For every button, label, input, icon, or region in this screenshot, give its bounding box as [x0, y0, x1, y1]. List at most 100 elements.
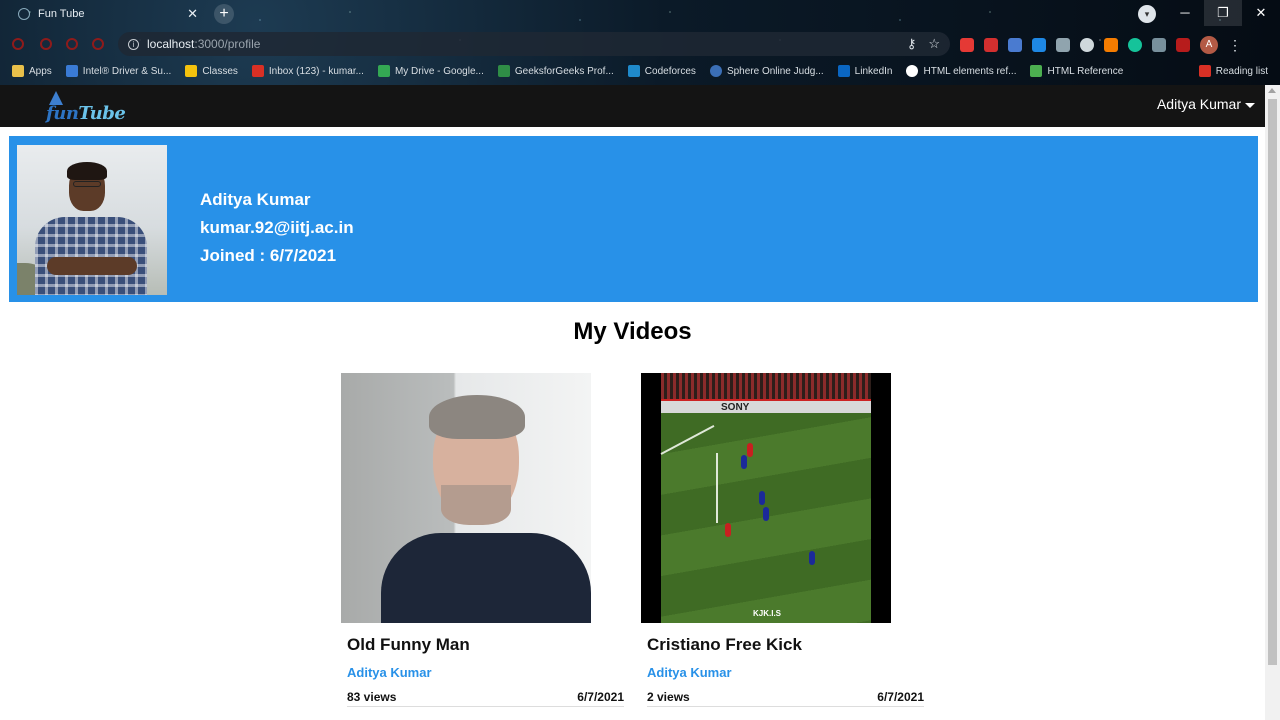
thumb-crowd [661, 373, 871, 401]
video-author-link[interactable]: Aditya Kumar [347, 665, 629, 680]
bookmark-item[interactable]: Sphere Online Judg... [709, 65, 824, 77]
browser-tab[interactable]: Fun Tube ✕ [8, 2, 208, 26]
maximize-button[interactable]: ❐ [1204, 0, 1242, 26]
tab-search-icon[interactable]: ▾ [1138, 5, 1156, 23]
scroll-up-arrow-icon[interactable] [1268, 88, 1276, 93]
video-meta: 83 views 6/7/2021 [347, 690, 624, 704]
funtube-logo[interactable]: funTube [46, 91, 136, 125]
browser-toolbar: i localhost:3000/profile ⚷ ☆ A ⋮ [0, 31, 1280, 57]
thumb-watermark: KJK.I.S [753, 609, 782, 618]
extension-icon[interactable] [1056, 38, 1070, 52]
codeforces-icon [627, 65, 640, 77]
extension-icon[interactable] [960, 38, 974, 52]
player [747, 443, 753, 457]
bookmarks-bar: Apps Intel® Driver & Su... Classes Inbox… [0, 61, 1280, 81]
bookmark-label: Apps [29, 65, 52, 77]
bookmark-label: LinkedIn [854, 65, 893, 77]
thumb-shirt [381, 533, 591, 623]
video-card[interactable]: SONY KJK.I.S Cristiano Free Kick Aditya … [641, 373, 929, 707]
new-tab-button[interactable]: + [214, 4, 234, 24]
browser-chrome: Fun Tube ✕ + ▾ ─ ❐ ✕ i localhost:3000/pr… [0, 0, 1280, 85]
hp-extension-icon[interactable] [1032, 38, 1046, 52]
close-window-button[interactable]: ✕ [1242, 0, 1280, 26]
profile-avatar[interactable]: A [1200, 36, 1218, 54]
pitch-line [716, 453, 718, 523]
bookmark-item[interactable]: My Drive - Google... [377, 65, 484, 77]
bookmark-star-icon[interactable]: ☆ [928, 36, 940, 52]
tab-close-icon[interactable]: ✕ [187, 6, 198, 22]
site-info-icon[interactable]: i [128, 38, 139, 50]
window-controls: ─ ❐ ✕ [1166, 0, 1280, 26]
extension-icon[interactable] [1176, 38, 1190, 52]
video-views: 2 views [647, 690, 690, 704]
pdf-extension-icon[interactable] [984, 38, 998, 52]
thumb-beard [441, 485, 511, 525]
scroll-thumb[interactable] [1268, 99, 1277, 665]
reading-list-label: Reading list [1215, 65, 1268, 77]
caret-down-icon [1245, 102, 1255, 108]
player [809, 551, 815, 565]
linkedin-icon [837, 65, 850, 77]
extension-icon[interactable] [1080, 38, 1094, 52]
profile-joined: Joined : 6/7/2021 [200, 246, 337, 265]
logo-text: funTube [46, 103, 126, 124]
shield-extension-icon[interactable] [1152, 38, 1166, 52]
bookmark-item[interactable]: Inbox (123) - kumar... [251, 65, 364, 77]
video-thumbnail[interactable]: SONY KJK.I.S [641, 373, 891, 623]
bookmark-item[interactable]: Codeforces [627, 65, 696, 77]
video-card[interactable]: Old Funny Man Aditya Kumar 83 views 6/7/… [341, 373, 629, 707]
video-views: 83 views [347, 690, 397, 704]
thumb-hair [429, 395, 525, 439]
reload-icon[interactable] [66, 38, 78, 50]
card-divider [647, 706, 924, 707]
player [763, 507, 769, 521]
profile-photo [17, 145, 167, 295]
w3schools-icon [1030, 65, 1043, 77]
thumb-ad-board: SONY [661, 399, 871, 413]
video-title[interactable]: Old Funny Man [347, 635, 629, 655]
video-thumbnail[interactable] [341, 373, 591, 623]
photo-hair [67, 162, 107, 180]
bookmark-label: HTML Reference [1047, 65, 1124, 77]
metamask-extension-icon[interactable] [1104, 38, 1118, 52]
forward-icon[interactable] [40, 38, 52, 50]
url-host: localhost [147, 37, 195, 51]
bookmark-item[interactable]: Intel® Driver & Su... [65, 65, 171, 77]
translate-extension-icon[interactable] [1008, 38, 1022, 52]
player [725, 523, 731, 537]
video-author-link[interactable]: Aditya Kumar [647, 665, 929, 680]
logo-fun: fun [46, 103, 79, 124]
bookmark-item[interactable]: HTML Reference [1030, 65, 1123, 77]
user-menu-label: Aditya Kumar [1156, 96, 1241, 112]
video-date: 6/7/2021 [577, 690, 624, 704]
page-viewport: funTube Aditya Kumar Aditya Kumar kumar.… [0, 85, 1280, 720]
grammarly-extension-icon[interactable] [1128, 38, 1142, 52]
bookmark-label: Classes [202, 65, 238, 77]
bookmark-item[interactable]: Apps [12, 65, 52, 77]
intel-icon [65, 65, 78, 77]
home-icon[interactable] [92, 38, 104, 50]
reading-list-icon [1198, 65, 1211, 77]
url-path: :3000/profile [194, 37, 261, 51]
back-icon[interactable] [12, 38, 24, 50]
card-divider [347, 706, 624, 707]
bookmark-item[interactable]: GeeksforGeeks Prof... [497, 65, 614, 77]
bookmark-item[interactable]: HTML elements ref... [906, 65, 1016, 77]
omnibox-actions: ⚷ ☆ [907, 36, 940, 52]
video-date: 6/7/2021 [877, 690, 924, 704]
key-icon[interactable]: ⚷ [907, 36, 917, 52]
classroom-icon [185, 65, 198, 77]
user-menu-dropdown[interactable]: Aditya Kumar [1157, 96, 1255, 112]
browser-menu-icon[interactable]: ⋮ [1228, 37, 1242, 54]
bookmark-label: HTML elements ref... [923, 65, 1017, 77]
page-scrollbar[interactable] [1265, 85, 1280, 720]
reading-list-button[interactable]: Reading list [1198, 61, 1268, 81]
gmail-icon [251, 65, 264, 77]
bookmark-label: GeeksforGeeks Prof... [514, 65, 614, 77]
bookmark-item[interactable]: Classes [185, 65, 238, 77]
address-bar[interactable]: i localhost:3000/profile ⚷ ☆ [118, 32, 950, 56]
tab-title: Fun Tube [38, 8, 85, 20]
minimize-button[interactable]: ─ [1166, 0, 1204, 26]
bookmark-item[interactable]: LinkedIn [837, 65, 893, 77]
video-title[interactable]: Cristiano Free Kick [647, 635, 929, 655]
